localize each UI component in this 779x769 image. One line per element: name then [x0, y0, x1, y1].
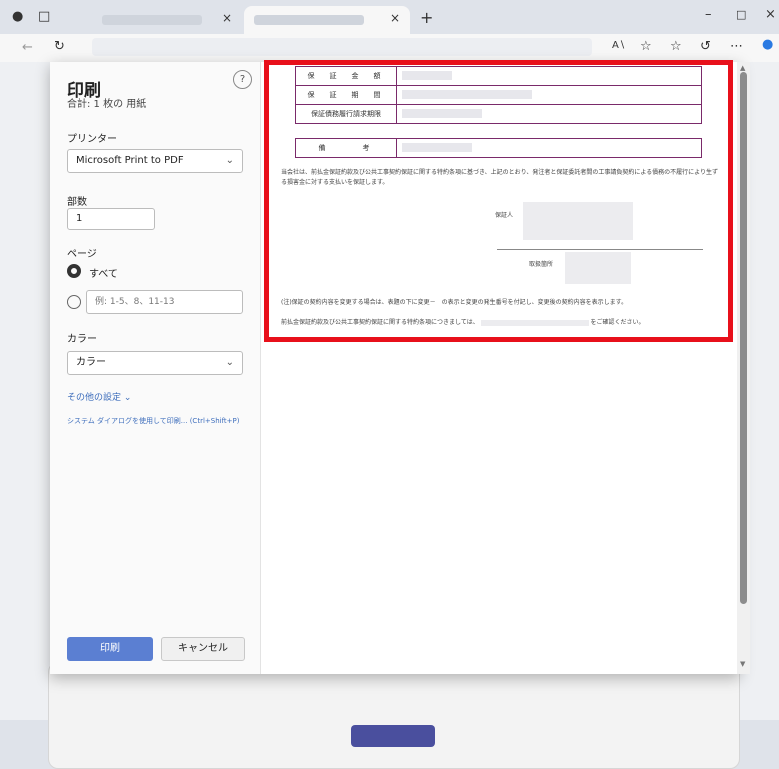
color-select[interactable]: カラー ⌄ — [67, 351, 243, 375]
sheet-count: 合計: 1 枚の 用紙 — [67, 99, 147, 110]
maximize-icon[interactable]: □ — [736, 8, 746, 21]
background-card — [48, 662, 740, 769]
refresh-icon[interactable]: ↻ — [54, 39, 65, 54]
scroll-up-icon[interactable]: ▲ — [740, 64, 745, 72]
pages-all-label: すべて — [89, 269, 118, 280]
print-settings-pane: 印刷 合計: 1 枚の 用紙 ? プリンター Microsoft Print t… — [50, 62, 261, 674]
tab-active[interactable]: × — [244, 6, 410, 34]
printer-label: プリンター — [67, 134, 117, 145]
print-dialog: 印刷 合計: 1 枚の 用紙 ? プリンター Microsoft Print t… — [50, 60, 740, 674]
help-icon[interactable]: ? — [233, 70, 252, 89]
pages-range-input[interactable]: 例: 1-5、8、11-13 — [86, 290, 243, 314]
close-tab-icon[interactable]: × — [390, 11, 400, 25]
pages-label: ページ — [67, 249, 97, 260]
background-button — [351, 725, 435, 747]
print-preview: 保 証 金 額 保 証 期 間 保証債務履行請求期限 備 考 当会社は、前払金保… — [261, 60, 740, 674]
back-icon[interactable]: ← — [22, 40, 33, 55]
browser-titlebar: ●​ □ × × + – □ × — [0, 0, 779, 34]
color-value: カラー — [76, 357, 106, 368]
tab-title-redacted — [102, 15, 202, 25]
close-window-icon[interactable]: × — [765, 7, 776, 22]
copies-label: 部数 — [67, 197, 87, 208]
history-icon[interactable]: ↺ — [700, 39, 711, 54]
tab-inactive[interactable]: × — [92, 6, 242, 34]
scrollbar-thumb[interactable] — [740, 72, 747, 604]
copilot-icon[interactable]: ● — [762, 37, 773, 52]
minimize-icon[interactable]: – — [705, 7, 712, 22]
url-input[interactable] — [92, 38, 592, 56]
favorite-icon[interactable]: ☆ — [640, 39, 652, 54]
read-aloud-icon[interactable]: A∖ — [612, 40, 625, 51]
profile-icon[interactable]: ●​ — [12, 9, 23, 24]
printer-value: Microsoft Print to PDF — [76, 155, 184, 166]
copies-input[interactable]: 1 — [67, 208, 155, 230]
highlight-box — [264, 60, 733, 342]
new-tab-button[interactable]: + — [420, 8, 433, 27]
printer-select[interactable]: Microsoft Print to PDF ⌄ — [67, 149, 243, 173]
favorites-icon[interactable]: ☆ — [670, 39, 682, 54]
more-settings-link[interactable]: その他の設定 ⌄ — [67, 390, 131, 403]
close-tab-icon[interactable]: × — [222, 11, 232, 25]
tab-title-redacted — [254, 15, 364, 25]
color-label: カラー — [67, 334, 97, 345]
print-button[interactable]: 印刷 — [67, 637, 153, 661]
cancel-button[interactable]: キャンセル — [161, 637, 245, 661]
chevron-down-icon: ⌄ — [225, 155, 234, 166]
preview-scrollbar[interactable]: ▲ ▼ — [737, 62, 750, 674]
pages-range-radio[interactable] — [67, 295, 81, 309]
tab-actions-icon[interactable]: □ — [38, 9, 50, 24]
address-bar: ← ↻ A∖ ☆ ☆ ↺ ⋯ ● — [0, 34, 779, 63]
pages-all-radio[interactable] — [67, 264, 81, 278]
system-dialog-link[interactable]: システム ダイアログを使用して印刷... (Ctrl+Shift+P) — [67, 416, 239, 426]
more-icon[interactable]: ⋯ — [730, 39, 743, 54]
chevron-down-icon: ⌄ — [225, 357, 234, 368]
scroll-down-icon[interactable]: ▼ — [740, 660, 745, 668]
